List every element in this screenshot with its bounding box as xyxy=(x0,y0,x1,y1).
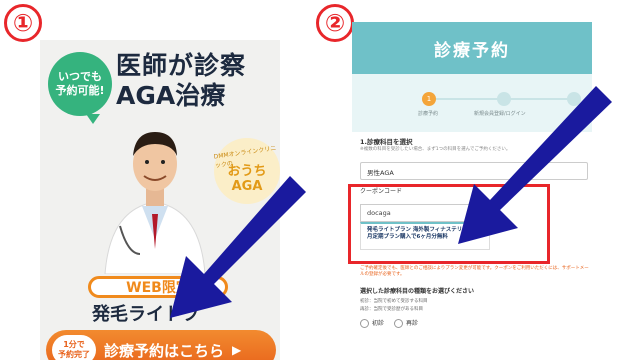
progress-step-1: 1 xyxy=(422,92,436,106)
badge-line-1: 1分で xyxy=(63,340,85,350)
plan-headline: 発毛ライトプ xyxy=(92,304,200,325)
step-one-marker: ① xyxy=(4,4,42,42)
bubble-line-2: 予約可能! xyxy=(55,84,105,97)
speech-bubble: いつでも 予約可能! xyxy=(48,52,112,124)
chevron-right-icon: ▶ xyxy=(232,343,242,357)
progress-step-2-label: 新規会員登録/ログイン xyxy=(474,111,526,117)
one-minute-badge: 1分で 予約完了 xyxy=(52,335,96,360)
progress-steps: 1 診療予約 新規会員登録/ログイン xyxy=(352,74,592,132)
stamp-title: おうち AGA xyxy=(227,164,267,194)
radio-first-visit-label: 初診 xyxy=(372,320,385,327)
visit-type-radios: 初診 再診 xyxy=(360,318,418,328)
section-title-subject: 1.診療科目を選択 xyxy=(360,138,413,146)
reserve-button[interactable]: 1分で 予約完了 診療予約はこちら ▶ xyxy=(46,330,276,360)
progress-step-3 xyxy=(567,92,581,106)
form-hero-title: 診療予約 xyxy=(352,22,592,74)
web-limited-tag: WEB限定 xyxy=(88,276,228,298)
visit-note-return: 再診：当院で受診歴がある科目 xyxy=(360,306,423,312)
aga-banner: いつでも 予約可能! 医師が診察 AGA治療 DMMオンラインクリニックの おう… xyxy=(40,40,280,360)
radio-return-visit[interactable]: 再診 xyxy=(394,318,418,328)
radio-circle[interactable] xyxy=(360,319,369,328)
radio-circle[interactable] xyxy=(394,319,404,328)
progress-line xyxy=(434,98,504,100)
reserve-button-label: 診療予約はこちら xyxy=(104,341,225,360)
section-note-subject: ※複数の科目を受診したい場合、まず1つの科目を選んでご予約ください。 xyxy=(360,147,511,152)
coupon-highlight-frame xyxy=(348,184,550,264)
visit-note-first: 初診：当院で初めて受診する科目 xyxy=(360,299,428,304)
step-two-marker: ② xyxy=(316,4,354,42)
bubble-line-1: いつでも xyxy=(58,70,102,84)
doctor-illustration xyxy=(104,132,206,274)
progress-step-1-label: 診療予約 xyxy=(418,111,439,117)
section-title-visit-type: 選択した診療科目の種類をお選びください xyxy=(360,288,475,295)
subject-select[interactable]: 男性AGA xyxy=(360,162,588,180)
radio-return-visit-label: 再診 xyxy=(406,320,419,327)
visit-type-notes: 初診：当院で初めて受診する科目 再診：当院で受診歴がある科目 xyxy=(360,298,428,313)
banner-title-line2: AGA治療 xyxy=(116,81,226,110)
coupon-warning: ご予約確定後でも、医師とのご相談によりプラン変更が可能です。クーポンをご利用いた… xyxy=(360,266,589,278)
progress-line xyxy=(504,98,574,100)
progress-step-2 xyxy=(497,92,511,106)
badge-line-2: 予約完了 xyxy=(58,350,90,359)
page: ① ② いつでも 予約可能! 医師が診察 AGA治療 DMMオンラインクリニック… xyxy=(0,0,640,360)
radio-first-visit[interactable]: 初診 xyxy=(360,318,384,328)
ouchi-aga-stamp: DMMオンラインクリニックの おうち AGA xyxy=(213,138,280,204)
